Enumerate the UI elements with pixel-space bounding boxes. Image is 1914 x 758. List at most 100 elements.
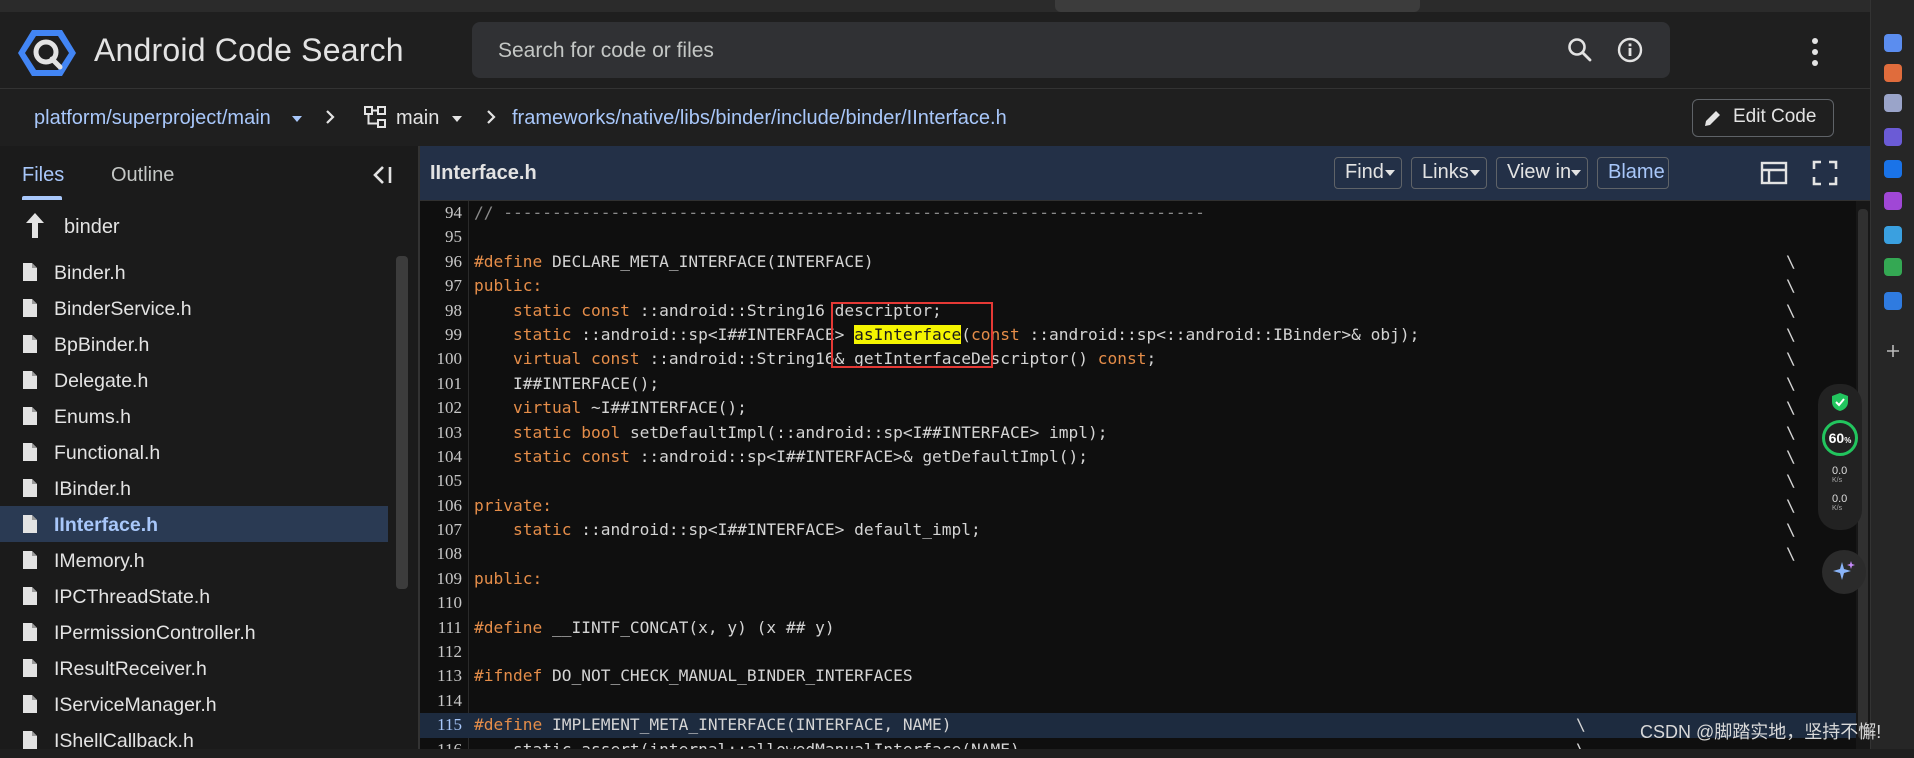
code-line[interactable]: 103 static bool setDefaultImpl(::android… <box>420 421 1856 445</box>
split-layout-icon[interactable] <box>1760 160 1788 186</box>
line-number[interactable]: 99 <box>420 323 462 347</box>
breadcrumb-path[interactable]: frameworks/native/libs/binder/include/bi… <box>512 107 1007 130</box>
send-icon[interactable] <box>1884 226 1902 244</box>
caret-down-icon[interactable] <box>289 111 305 127</box>
blame-button[interactable]: Blame <box>1597 157 1669 189</box>
network-monitor-widget[interactable]: 60% 0.0 K/s 0.0 K/s <box>1818 384 1862 530</box>
file-item[interactable]: IMemory.h <box>0 542 388 578</box>
app-title[interactable]: Android Code Search <box>94 32 404 69</box>
code-token: ::android::sp<::android::IBinder>& obj); <box>1029 324 1420 344</box>
line-number[interactable]: 108 <box>420 542 463 566</box>
code-line[interactable]: 94 // -----------------------------------… <box>420 201 1856 225</box>
code-line[interactable]: 105 \ <box>420 469 1856 493</box>
outlook-icon[interactable] <box>1884 160 1902 178</box>
parent-directory[interactable]: binder <box>0 208 395 244</box>
code-search-logo-icon[interactable] <box>18 28 76 78</box>
find-in-page-bar[interactable] <box>1055 0 1420 12</box>
file-item[interactable]: Enums.h <box>0 398 388 434</box>
line-number[interactable]: 102 <box>420 396 463 420</box>
tab-files[interactable]: Files <box>22 164 64 187</box>
line-number[interactable]: 106 <box>420 494 463 518</box>
fullscreen-icon[interactable] <box>1812 160 1838 186</box>
file-item[interactable]: IBinder.h <box>0 470 388 506</box>
add-icon[interactable] <box>1884 342 1902 360</box>
code-line[interactable]: 110 <box>420 591 1856 615</box>
code-area[interactable]: 94 // -----------------------------------… <box>420 201 1856 749</box>
code-line[interactable]: 104 static const ::android::sp<I##INTERF… <box>420 445 1856 469</box>
tree-icon[interactable] <box>1884 258 1902 276</box>
tag-icon[interactable] <box>1884 34 1902 52</box>
file-item[interactable]: Delegate.h <box>0 362 388 398</box>
line-number[interactable]: 94 <box>420 201 462 225</box>
line-number[interactable]: 96 <box>420 250 462 274</box>
file-item[interactable]: BinderService.h <box>0 290 388 326</box>
search-icon[interactable] <box>1884 292 1902 310</box>
games-icon[interactable] <box>1884 192 1902 210</box>
code-line[interactable]: 106 private: \ <box>420 494 1856 518</box>
file-item[interactable]: Functional.h <box>0 434 388 470</box>
line-number[interactable]: 103 <box>420 421 463 445</box>
line-number[interactable]: 104 <box>420 445 463 469</box>
copilot-icon[interactable] <box>1884 128 1902 146</box>
code-line[interactable]: 113 #ifndef DO_NOT_CHECK_MANUAL_BINDER_IN… <box>420 664 1856 688</box>
sidebar-scrollbar[interactable] <box>396 256 408 589</box>
line-number[interactable]: 113 <box>420 664 462 688</box>
edit-code-button[interactable]: Edit Code <box>1692 99 1834 137</box>
breadcrumb-project[interactable]: platform/superproject/main <box>34 107 271 130</box>
caret-down-icon[interactable] <box>449 111 465 127</box>
toolbox-icon[interactable] <box>1884 64 1902 82</box>
code-line[interactable]: 97 public: \ <box>420 274 1856 298</box>
code-token: static const <box>474 446 640 466</box>
ai-assistant-button[interactable] <box>1822 550 1866 594</box>
people-icon[interactable] <box>1884 94 1902 112</box>
line-number[interactable]: 107 <box>420 518 463 542</box>
search-box[interactable] <box>472 22 1670 78</box>
more-menu-icon[interactable] <box>1803 36 1827 68</box>
line-number[interactable]: 114 <box>420 689 462 713</box>
info-icon[interactable] <box>1616 36 1644 64</box>
file-item[interactable]: IShellCallback.h <box>0 722 388 758</box>
file-item[interactable]: IInterface.h <box>0 506 388 542</box>
line-number[interactable]: 101 <box>420 372 463 396</box>
code-line[interactable]: 95 <box>420 225 1856 249</box>
file-item[interactable]: IResultReceiver.h <box>0 650 388 686</box>
view-in-button[interactable]: View in <box>1496 157 1588 189</box>
tab-outline[interactable]: Outline <box>111 164 174 187</box>
file-item-label: IMemory.h <box>54 550 145 572</box>
links-button[interactable]: Links <box>1411 157 1487 189</box>
line-number[interactable]: 112 <box>420 640 462 664</box>
file-item[interactable]: BpBinder.h <box>0 326 388 362</box>
code-line[interactable]: 111 #define __IINTF_CONCAT(x, y) (x ## y) <box>420 616 1856 640</box>
code-line[interactable]: 100 virtual const ::android::String16& g… <box>420 347 1856 371</box>
file-item-label: IResultReceiver.h <box>54 658 207 680</box>
line-number[interactable]: 98 <box>420 299 462 323</box>
code-line[interactable]: 114 <box>420 689 1856 713</box>
line-number[interactable]: 116 <box>420 738 462 749</box>
file-item[interactable]: IPermissionController.h <box>0 614 388 650</box>
code-line[interactable]: 112 <box>420 640 1856 664</box>
code-line[interactable]: 98 static const ::android::String16 desc… <box>420 299 1856 323</box>
line-number[interactable]: 95 <box>420 225 462 249</box>
line-number[interactable]: 110 <box>420 591 462 615</box>
code-line[interactable]: 109 public: <box>420 567 1856 591</box>
line-number[interactable]: 115 <box>420 713 462 737</box>
code-line[interactable]: 96 #define DECLARE_META_INTERFACE(INTERFA… <box>420 250 1856 274</box>
code-line[interactable]: 108 \ <box>420 542 1856 566</box>
line-number[interactable]: 109 <box>420 567 463 591</box>
code-line[interactable]: 102 virtual ~I##INTERFACE(); \ <box>420 396 1856 420</box>
line-number[interactable]: 111 <box>420 616 462 640</box>
find-button[interactable]: Find <box>1334 157 1402 189</box>
line-number[interactable]: 105 <box>420 469 463 493</box>
file-item[interactable]: Binder.h <box>0 254 388 290</box>
line-number[interactable]: 100 <box>420 347 463 371</box>
collapse-sidebar-icon[interactable] <box>372 164 394 186</box>
line-number[interactable]: 97 <box>420 274 462 298</box>
file-item[interactable]: IServiceManager.h <box>0 686 388 722</box>
code-line[interactable]: 99 static ::android::sp<I##INTERFACE> as… <box>420 323 1856 347</box>
code-line[interactable]: 107 static ::android::sp<I##INTERFACE> d… <box>420 518 1856 542</box>
file-item[interactable]: IPCThreadState.h <box>0 578 388 614</box>
search-input[interactable] <box>496 38 1400 64</box>
search-icon[interactable] <box>1566 36 1594 64</box>
breadcrumb-branch[interactable]: main <box>396 107 439 130</box>
code-line[interactable]: 101 I##INTERFACE(); \ <box>420 372 1856 396</box>
